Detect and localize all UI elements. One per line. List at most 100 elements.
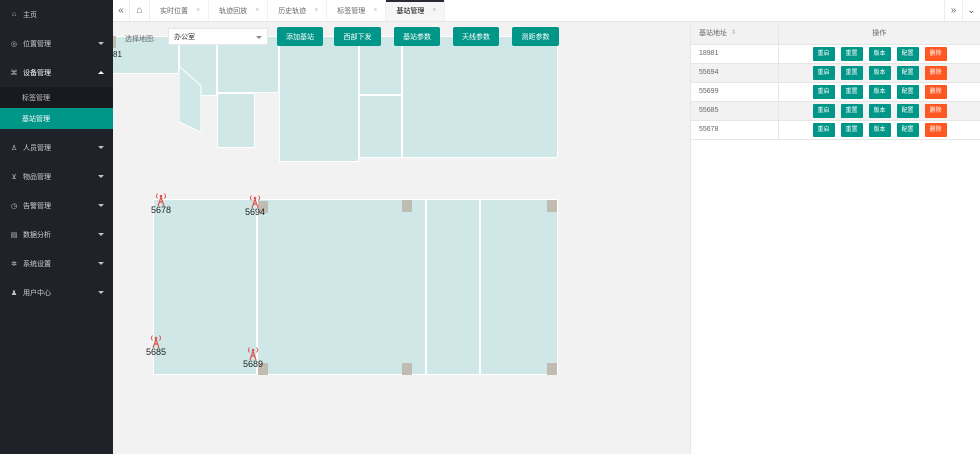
nav-device[interactable]: ⌘ 设备管理 xyxy=(0,58,113,87)
config-button[interactable]: 配置 xyxy=(896,46,919,61)
version-button[interactable]: 版本 xyxy=(868,46,891,61)
close-icon[interactable]: × xyxy=(255,7,259,14)
station-label: 5678 xyxy=(150,205,172,215)
delete-button[interactable]: 删除 xyxy=(924,103,947,118)
nav-label: 物品管理 xyxy=(23,173,51,181)
restart-button[interactable]: 重启 xyxy=(812,46,835,61)
sidebar: ⌂ 主页 ◎ 位置管理 ⌘ 设备管理 标签管理 基站管理 ♙ 人员管理 ⊻ 物品… xyxy=(0,0,113,454)
floor-map: 5678 5694 5685 5689 81 选择地图: 办公室 添加基站 西部… xyxy=(113,22,690,454)
settings-icon: ✲ xyxy=(11,260,17,268)
antenna-icon xyxy=(250,195,260,208)
reset-button[interactable]: 重置 xyxy=(840,84,863,99)
restart-button[interactable]: 重启 xyxy=(812,122,835,137)
room xyxy=(359,95,402,158)
reset-button[interactable]: 重置 xyxy=(840,122,863,137)
close-icon[interactable]: × xyxy=(373,7,377,14)
edge-station-label: 81 xyxy=(113,50,122,59)
row-actions: 重启 重置 版本 配置 删除 xyxy=(778,63,980,83)
tab-station-management[interactable]: 基站管理 × xyxy=(386,0,446,21)
nav-user[interactable]: ♟ 用户中心 xyxy=(0,278,113,307)
nav-location[interactable]: ◎ 位置管理 xyxy=(0,29,113,58)
tab-replay[interactable]: 轨迹回放 × xyxy=(209,0,269,21)
subnav-tag-management[interactable]: 标签管理 xyxy=(0,87,113,108)
ranging-params-button[interactable]: 测距参数 xyxy=(512,27,559,46)
nav-settings[interactable]: ✲ 系统设置 xyxy=(0,249,113,278)
station-marker[interactable]: 5694 xyxy=(239,194,271,217)
pillar xyxy=(402,363,412,375)
slanted-wall xyxy=(179,66,202,133)
config-button[interactable]: 配置 xyxy=(896,65,919,80)
station-marker[interactable]: 5678 xyxy=(145,192,177,215)
close-icon[interactable]: × xyxy=(196,7,200,14)
tab-bar: « ⌂ 实时位置 × 轨迹回放 × 历史轨迹 × 标签管理 × 基站管理 × » ⌄ xyxy=(113,0,980,22)
nav-home[interactable]: ⌂ 主页 xyxy=(0,0,113,29)
delete-button[interactable]: 删除 xyxy=(924,46,947,61)
cart-icon: ⊻ xyxy=(11,173,17,181)
delete-button[interactable]: 删除 xyxy=(924,84,947,99)
column-label: 基站地址 xyxy=(699,29,727,37)
version-button[interactable]: 版本 xyxy=(868,65,891,80)
restart-button[interactable]: 重启 xyxy=(812,84,835,99)
station-address: 18981 xyxy=(691,44,779,64)
close-icon[interactable]: × xyxy=(314,7,318,14)
scroll-right-icon[interactable]: » xyxy=(944,0,962,21)
alarm-icon: ◷ xyxy=(10,202,18,210)
map-select[interactable]: 办公室 xyxy=(168,28,268,45)
close-icon[interactable]: × xyxy=(432,7,436,14)
deploy-button[interactable]: 西部下发 xyxy=(334,27,381,46)
reset-button[interactable]: 重置 xyxy=(840,103,863,118)
chevron-down-icon xyxy=(98,232,104,236)
add-station-button[interactable]: 添加基站 xyxy=(277,27,323,46)
reset-button[interactable]: 重置 xyxy=(840,46,863,61)
home-tab-icon[interactable]: ⌂ xyxy=(130,0,150,21)
station-params-button[interactable]: 基站参数 xyxy=(394,27,440,46)
column-header-address[interactable]: 基站地址 ⇕ xyxy=(691,22,779,45)
user-icon: ♟ xyxy=(10,289,18,297)
antenna-icon xyxy=(151,335,161,348)
config-button[interactable]: 配置 xyxy=(896,122,919,137)
tab-history[interactable]: 历史轨迹 × xyxy=(268,0,328,21)
version-button[interactable]: 版本 xyxy=(868,84,891,99)
station-label: 5694 xyxy=(244,207,266,217)
version-button[interactable]: 版本 xyxy=(868,103,891,118)
nav-label: 人员管理 xyxy=(23,144,51,152)
room xyxy=(257,199,426,375)
tab-tag-management[interactable]: 标签管理 × xyxy=(327,0,387,21)
chevron-down-icon xyxy=(98,145,104,149)
delete-button[interactable]: 删除 xyxy=(924,65,947,80)
station-address: 55685 xyxy=(691,101,779,121)
antenna-params-button[interactable]: 天线参数 xyxy=(453,27,499,46)
nav-label: 数据分析 xyxy=(23,231,51,239)
room xyxy=(426,199,480,375)
restart-button[interactable]: 重启 xyxy=(812,65,835,80)
tab-label: 实时位置 xyxy=(160,7,188,15)
chevron-down-icon xyxy=(98,261,104,265)
nav-goods[interactable]: ⊻ 物品管理 xyxy=(0,162,113,191)
station-marker[interactable]: 5689 xyxy=(237,346,269,369)
room xyxy=(279,36,359,162)
subnav-station-management[interactable]: 基站管理 xyxy=(0,108,113,129)
reset-button[interactable]: 重置 xyxy=(840,65,863,80)
nav-data[interactable]: ▤ 数据分析 xyxy=(0,220,113,249)
sort-icon[interactable]: ⇕ xyxy=(731,29,736,36)
chevron-down-icon[interactable]: ⌄ xyxy=(962,0,980,21)
version-button[interactable]: 版本 xyxy=(868,122,891,137)
chevron-down-icon xyxy=(98,174,104,178)
antenna-icon xyxy=(248,347,258,360)
station-address: 55699 xyxy=(691,82,779,102)
scroll-left-icon[interactable]: « xyxy=(113,0,130,21)
nav-person[interactable]: ♙ 人员管理 xyxy=(0,133,113,162)
antenna-icon xyxy=(156,193,166,206)
tab-realtime[interactable]: 实时位置 × xyxy=(150,0,210,21)
delete-button[interactable]: 删除 xyxy=(924,122,947,137)
device-submenu: 标签管理 基站管理 xyxy=(0,87,113,129)
room xyxy=(480,199,558,375)
restart-button[interactable]: 重启 xyxy=(812,103,835,118)
room xyxy=(402,36,558,158)
config-button[interactable]: 配置 xyxy=(896,84,919,99)
station-marker[interactable]: 5685 xyxy=(140,334,172,357)
nav-label: 主页 xyxy=(23,11,37,19)
config-button[interactable]: 配置 xyxy=(896,103,919,118)
chevron-down-icon xyxy=(98,290,104,294)
nav-alarm[interactable]: ◷ 告警管理 xyxy=(0,191,113,220)
